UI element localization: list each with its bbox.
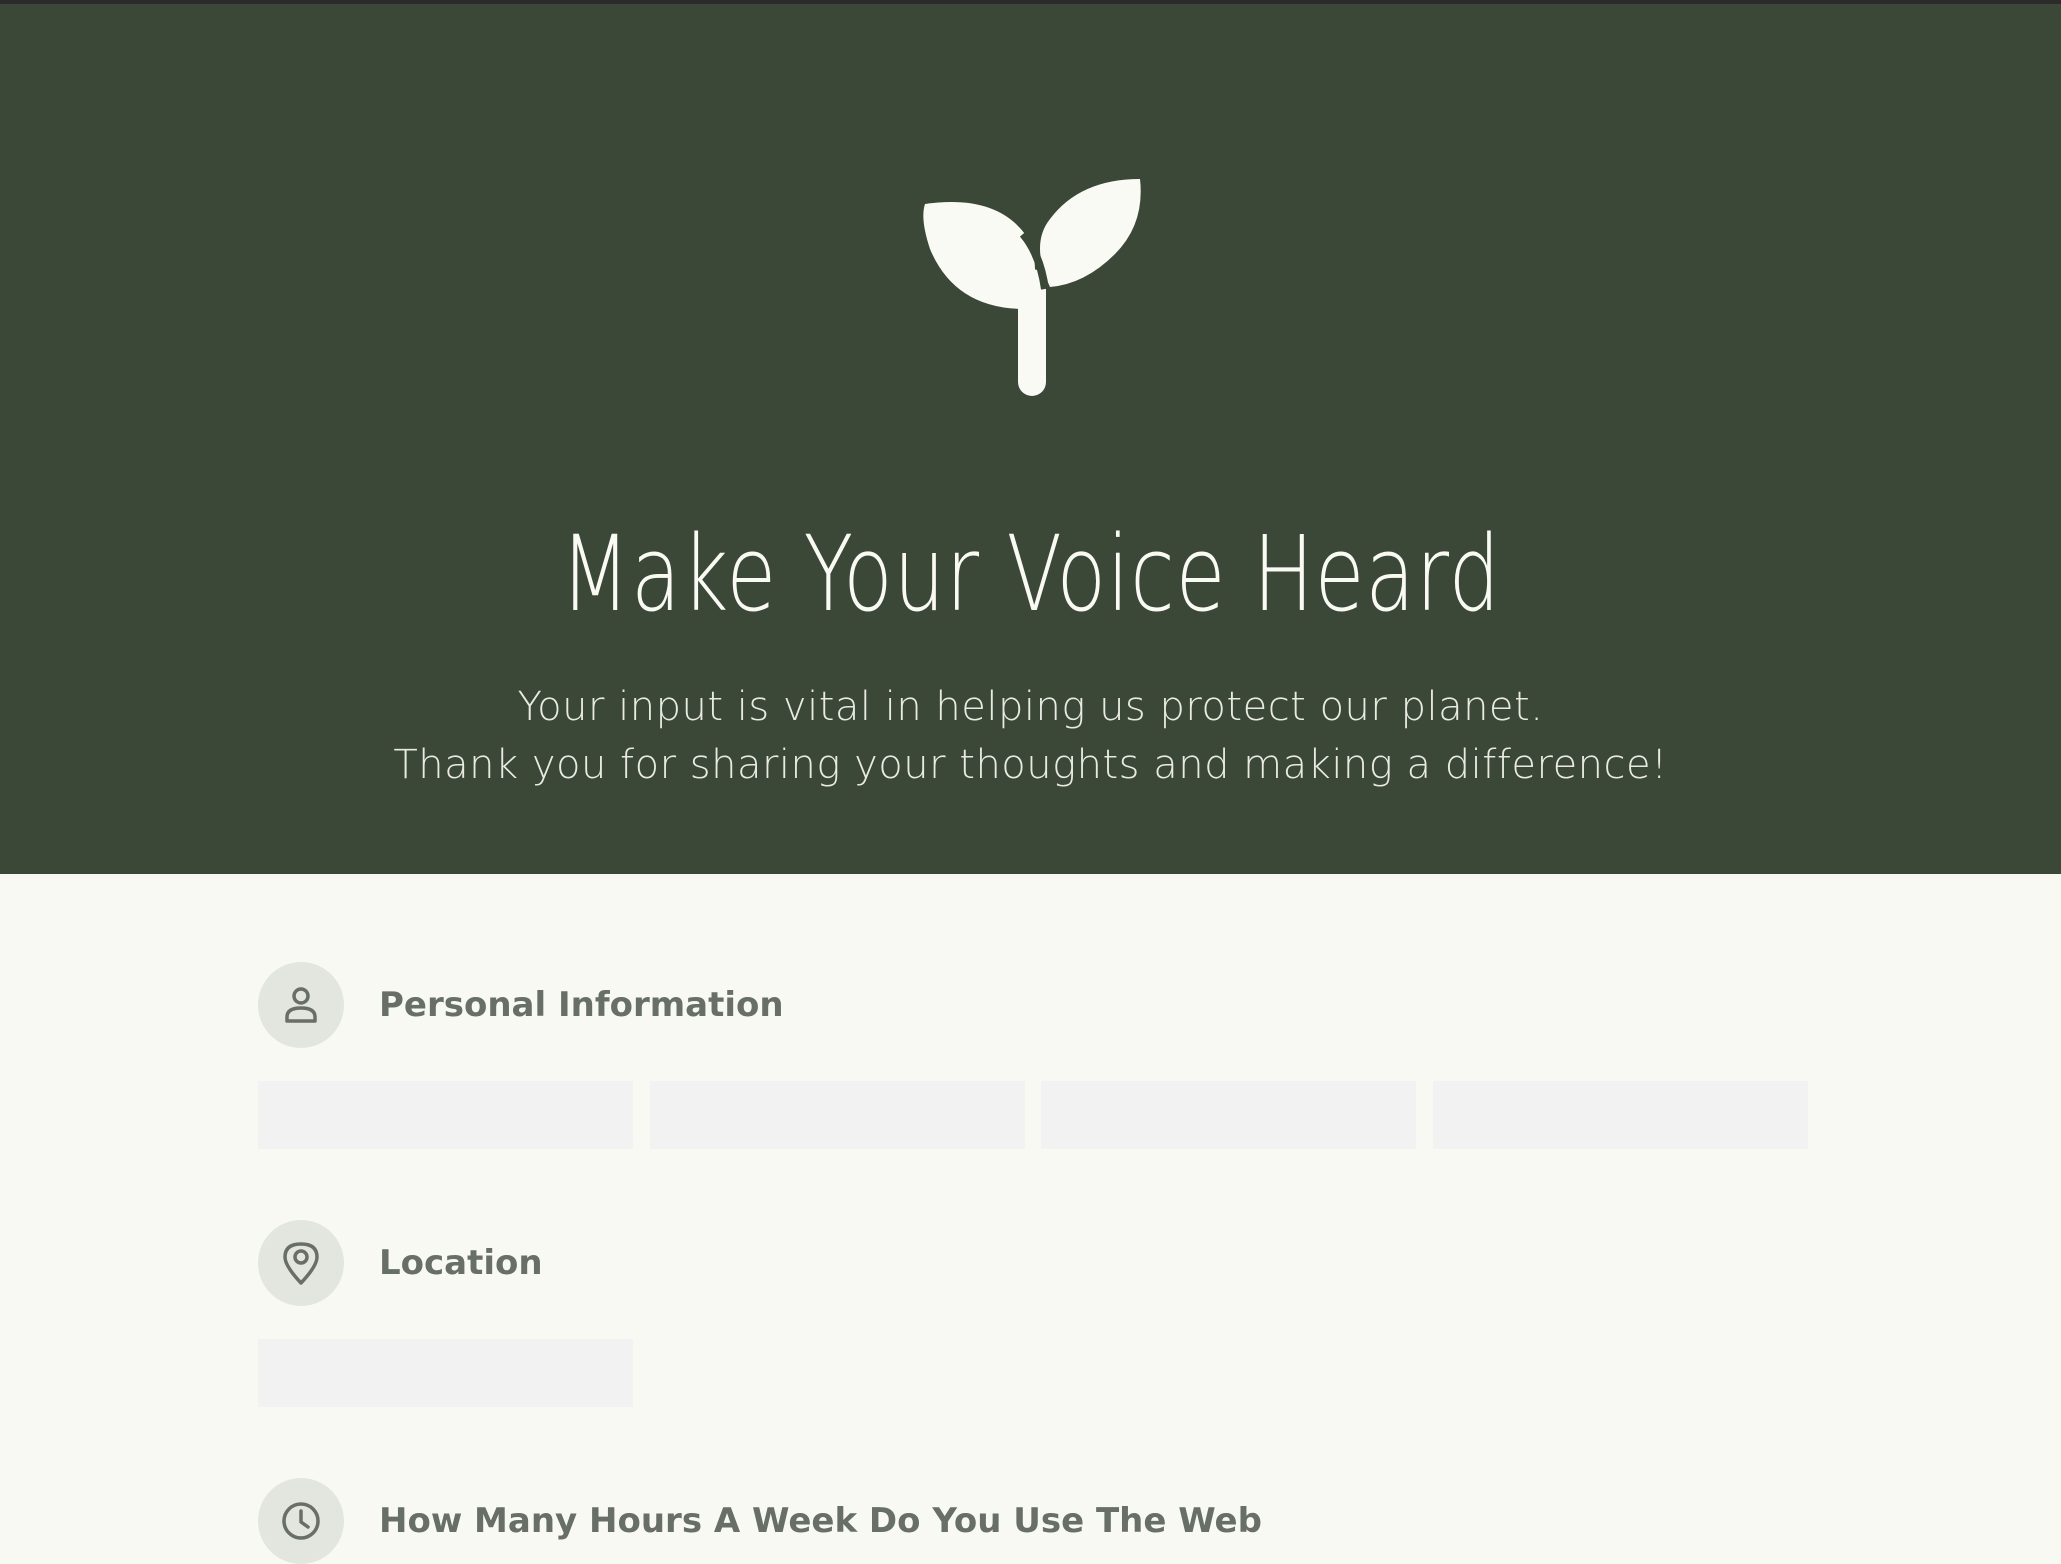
clock-icon-badge xyxy=(258,1478,344,1564)
section-title-personal-information: Personal Information xyxy=(379,985,784,1025)
user-icon xyxy=(285,987,317,1023)
hero-banner: Make Your Voice Heard Your input is vita… xyxy=(0,4,2061,874)
clock-icon xyxy=(282,1502,320,1540)
personal-info-field-4[interactable] xyxy=(1433,1081,1808,1149)
subtitle-line-2: Thank you for sharing your thoughts and … xyxy=(393,742,1668,788)
sprout-icon xyxy=(923,179,1141,396)
user-icon-badge xyxy=(258,962,344,1048)
subtitle-line-1: Your input is vital in helping us protec… xyxy=(517,684,1544,730)
page-title: Make Your Voice Heard xyxy=(560,513,1501,635)
personal-info-field-2[interactable] xyxy=(650,1081,1025,1149)
section-title-hours-per-week: How Many Hours A Week Do You Use The Web xyxy=(379,1501,1262,1541)
personal-info-field-1[interactable] xyxy=(258,1081,633,1149)
map-pin-icon-badge xyxy=(258,1220,344,1306)
personal-info-field-3[interactable] xyxy=(1041,1081,1416,1149)
location-field[interactable] xyxy=(258,1339,633,1407)
section-title-location: Location xyxy=(379,1243,543,1283)
map-pin-icon xyxy=(283,1242,319,1285)
